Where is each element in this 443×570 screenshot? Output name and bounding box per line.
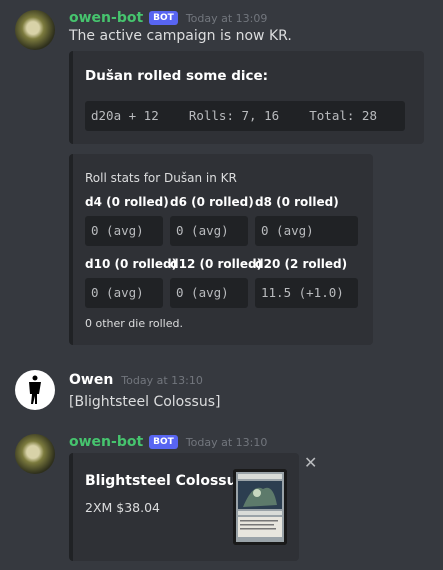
roll-embed-title: Dušan rolled some dice: [85, 68, 269, 84]
message-text: [Blightsteel Colossus] [69, 394, 221, 410]
roll-embed: Dušan rolled some dice: d20a + 12 Rolls:… [69, 51, 424, 144]
stat-label-d6: d6 (0 rolled) [170, 195, 254, 209]
stat-label-d8: d8 (0 rolled) [255, 195, 339, 209]
owen-avatar[interactable] [15, 370, 55, 410]
timestamp: Today at 13:10 [185, 435, 268, 449]
timestamp: Today at 13:09 [185, 11, 268, 25]
stats-embed: Roll stats for Dušan in KR d4 (0 rolled)… [69, 154, 373, 345]
author-name[interactable]: owen-bot [69, 10, 143, 26]
owen-bot-avatar[interactable] [15, 434, 55, 474]
author-name[interactable]: owen-bot [69, 434, 143, 450]
stat-label-d10: d10 (0 rolled) [85, 257, 178, 271]
stat-value-d10: 0 (avg) [85, 278, 163, 308]
card-embed: Blightsteel Colossus 2XM $38.04 [69, 453, 299, 561]
timestamp: Today at 13:10 [121, 373, 203, 387]
close-icon[interactable]: ✕ [304, 453, 317, 472]
stat-value-d20: 11.5 (+1.0) [255, 278, 358, 308]
card-art-icon [233, 469, 287, 545]
card-title[interactable]: Blightsteel Colossus [85, 473, 245, 489]
stat-label-d12: d12 (0 rolled) [170, 257, 263, 271]
owen-bot-avatar[interactable] [15, 10, 55, 50]
figure-icon [29, 375, 41, 404]
bot-badge: BOT [149, 435, 178, 449]
stats-footer: 0 other die rolled. [85, 317, 183, 330]
stat-value-d6: 0 (avg) [170, 216, 248, 246]
stat-label-d20: d20 (2 rolled) [255, 257, 348, 271]
bot-badge: BOT [149, 11, 178, 25]
stat-value-d8: 0 (avg) [255, 216, 358, 246]
stat-label-d4: d4 (0 rolled) [85, 195, 169, 209]
card-price: 2XM $38.04 [85, 500, 161, 515]
message-text: The active campaign is now KR. [69, 28, 292, 44]
card-thumbnail[interactable] [233, 469, 287, 545]
stat-value-d12: 0 (avg) [170, 278, 248, 308]
roll-result-code: d20a + 12 Rolls: 7, 16 Total: 28 [85, 101, 405, 131]
stat-value-d4: 0 (avg) [85, 216, 163, 246]
author-name[interactable]: Owen [69, 372, 113, 388]
stats-embed-title: Roll stats for Dušan in KR [85, 171, 237, 185]
